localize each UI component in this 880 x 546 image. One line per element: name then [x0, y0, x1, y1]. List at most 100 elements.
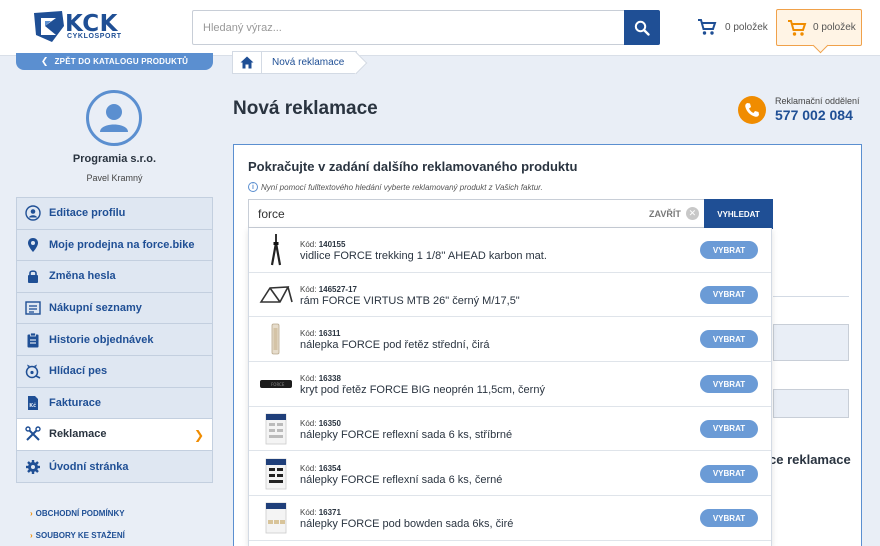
result-row[interactable]: FORCE Kód: 16338 kryt pod řetěz FORCE BI…: [249, 362, 771, 407]
phone-icon: [738, 96, 766, 124]
breadcrumb-home[interactable]: [232, 51, 262, 74]
chainstay-cover-icon: FORCE: [258, 367, 294, 401]
select-button[interactable]: VYBRAT: [700, 330, 758, 349]
downloads-link[interactable]: › SOUBORY KE STAŽENÍ: [30, 531, 125, 540]
back-to-catalog-button[interactable]: ❮ ZPĚT DO KATALOGU PRODUKTŮ: [16, 53, 213, 70]
search-button[interactable]: [624, 10, 660, 45]
fork-icon: [258, 233, 294, 267]
sidebar-item-password[interactable]: Změna hesla: [17, 261, 212, 293]
sidebar-item-label: Moje prodejna na force.bike: [49, 238, 195, 251]
user-avatar-icon: [100, 104, 128, 132]
result-name: nálepky FORCE reflexní sada 6 ks, stříbr…: [300, 428, 513, 441]
result-code: Kód: 16338: [300, 374, 341, 384]
kck-logo[interactable]: KCK CYKLOSPORT: [32, 9, 128, 45]
divider: [773, 296, 849, 297]
chevron-right-icon: ›: [30, 509, 33, 518]
sidebar-item-watchdog[interactable]: Hlídací pes: [17, 356, 212, 388]
result-code: Kód: 16311: [300, 329, 341, 339]
result-row[interactable]: Kód: 16371 nálepky FORCE pod bowden sada…: [249, 496, 771, 541]
location-pin-icon: [25, 237, 41, 253]
result-code: Kód: 16354: [300, 463, 341, 473]
result-name: vidlice FORCE trekking 1 1/8'' AHEAD kar…: [300, 250, 547, 262]
sidebar-item-invoicing[interactable]: Kč Fakturace: [17, 388, 212, 420]
close-icon: ✕: [685, 207, 699, 220]
invoice-icon: Kč: [25, 395, 41, 411]
company-name: Programia s.r.o.: [72, 153, 157, 165]
result-code: Kód: 16371: [300, 508, 341, 518]
select-button[interactable]: VYBRAT: [700, 509, 758, 528]
product-search-field: ZAVŘÍT ✕ VYHLEDAT: [248, 199, 773, 229]
terms-link[interactable]: › OBCHODNÍ PODMÍNKY: [30, 509, 125, 518]
breadcrumb: Nová reklamace: [232, 51, 358, 74]
sidebar-item-label: Hlídací pes: [49, 365, 108, 378]
sidebar-item-shopping-lists[interactable]: Nákupní seznamy: [17, 293, 212, 325]
sticker-pack-icon: [258, 501, 294, 535]
svg-text:Kč: Kč: [29, 402, 36, 409]
sidebar-item-label: Změna hesla: [49, 270, 116, 283]
back-to-catalog-label: ZPĚT DO KATALOGU PRODUKTŮ: [54, 57, 189, 66]
search-icon: [634, 20, 650, 36]
sticker-pack-icon: [258, 412, 294, 446]
sidebar-item-home[interactable]: Úvodní stránka: [17, 451, 212, 483]
result-row[interactable]: Kód: 16350 nálepky FORCE reflexní sada 6…: [249, 407, 771, 452]
select-button[interactable]: VYBRAT: [700, 285, 758, 304]
result-name: nálepky FORCE pod bowden sada 6ks, čiré: [300, 518, 514, 531]
header: KCK CYKLOSPORT 0 položek 0 položek: [0, 0, 880, 56]
close-search-button[interactable]: ZAVŘÍT ✕: [649, 207, 699, 220]
list-icon: [25, 300, 41, 316]
info-icon: i: [248, 182, 258, 192]
sidebar-item-label: Nákupní seznamy: [49, 302, 142, 315]
sidebar-item-profile[interactable]: Editace profilu: [17, 198, 212, 230]
result-row[interactable]: Kód: 16354 nálepky FORCE reflexní sada 6…: [249, 452, 771, 497]
phone-number[interactable]: 577 002 084: [775, 107, 853, 123]
breadcrumb-current: Nová reklamace: [262, 51, 358, 74]
result-row[interactable]: Kód: 146527-17 rám FORCE VIRTUS MTB 26" …: [249, 273, 771, 318]
sidebar-item-complaints[interactable]: Reklamace ❯: [17, 419, 212, 451]
sidebar-item-store[interactable]: Moje prodejna na force.bike: [17, 230, 212, 262]
panel-title: Pokračujte v zadání dalšího reklamovanéh…: [248, 159, 578, 174]
search-submit-button[interactable]: VYHLEDAT: [704, 199, 773, 229]
avatar: [86, 90, 142, 146]
result-code: Kód: 16350: [300, 418, 341, 428]
logo-subtitle: CYKLOSPORT: [67, 33, 122, 40]
home-icon: [240, 56, 254, 69]
page-title: Nová reklamace: [233, 98, 378, 119]
gear-icon: [25, 459, 41, 475]
terms-label: OBCHODNÍ PODMÍNKY: [35, 509, 125, 518]
select-button[interactable]: VYBRAT: [700, 241, 758, 259]
select-button[interactable]: VYBRAT: [700, 375, 758, 394]
lock-icon: [25, 268, 41, 284]
search-results-dropdown: Kód: 140155 vidlice FORCE trekking 1 1/8…: [248, 228, 772, 546]
product-search-input[interactable]: [249, 200, 639, 227]
select-button[interactable]: VYBRAT: [700, 419, 758, 438]
chevron-left-icon: ❮: [40, 56, 49, 66]
cart-icon: [788, 19, 807, 36]
section-heading: ce reklamace: [769, 452, 851, 467]
result-code: Kód: 146527-17: [300, 284, 357, 294]
tools-icon: [25, 426, 41, 442]
form-input[interactable]: [773, 389, 849, 418]
cart-icon: [698, 19, 717, 35]
cart-button[interactable]: 0 položek: [776, 9, 862, 46]
select-button[interactable]: VYBRAT: [700, 464, 758, 483]
search-input[interactable]: [193, 11, 625, 44]
panel-hint: i Nyní pomocí fulltextového hledání vybe…: [248, 182, 543, 192]
cart-summary[interactable]: 0 položek: [697, 17, 768, 37]
complaints-contact: Reklamační oddělení 577 002 084: [738, 95, 860, 127]
logo-emblem-icon: [34, 11, 64, 42]
sidebar-item-label: Úvodní stránka: [49, 460, 129, 473]
result-row[interactable]: Kód: 16311 nálepka FORCE pod řetěz střed…: [249, 317, 771, 363]
chevron-right-icon: ❯: [193, 428, 204, 443]
result-row[interactable]: Kód: 140155 vidlice FORCE trekking 1 1/8…: [249, 228, 771, 273]
chevron-right-icon: ›: [30, 531, 33, 540]
sidebar-item-order-history[interactable]: Historie objednávek: [17, 324, 212, 356]
search-box: [192, 10, 660, 45]
sticker-pack-icon: [258, 457, 294, 491]
description-textarea[interactable]: [773, 324, 849, 361]
clipboard-icon: [25, 332, 41, 348]
sidebar-item-label: Reklamace: [49, 428, 107, 441]
cart-count: 0 položek: [725, 21, 768, 33]
cart-count: 0 položek: [813, 22, 856, 33]
panel-hint-text: Nyní pomocí fulltextového hledání vybert…: [261, 182, 543, 192]
result-name: nálepky FORCE reflexní sada 6 ks, černé: [300, 473, 503, 486]
